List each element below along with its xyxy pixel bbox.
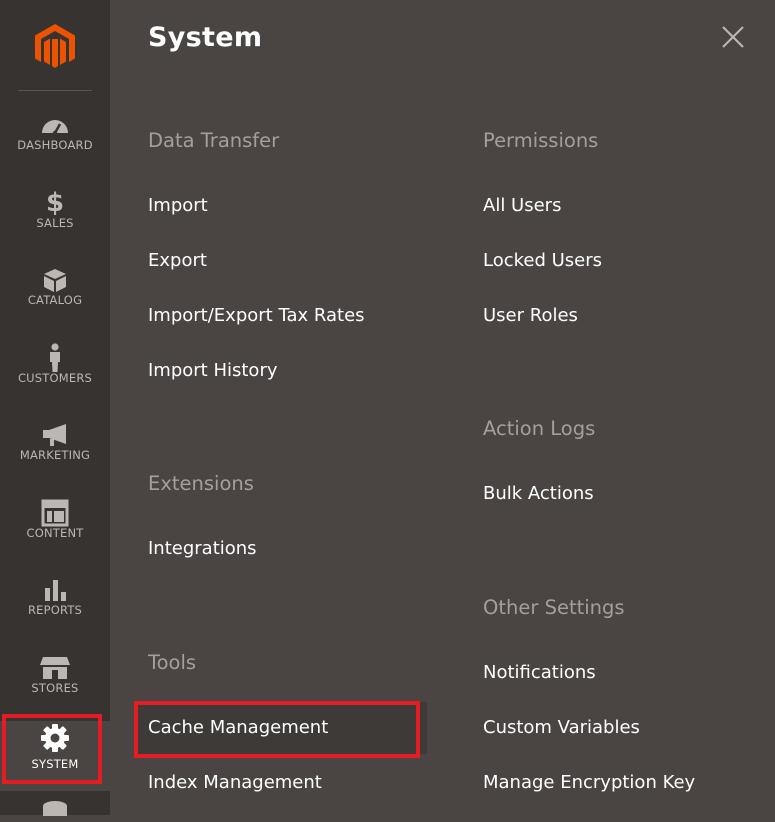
section-heading-permissions: Permissions	[483, 129, 599, 152]
menu-link-cache-management[interactable]: Cache Management	[148, 717, 328, 738]
sidebar-item-label: SYSTEM	[31, 757, 79, 771]
menu-link-index-management[interactable]: Index Management	[148, 772, 322, 793]
menu-link-import-history[interactable]: Import History	[148, 360, 278, 381]
sidebar-item-label: CONTENT	[26, 526, 84, 540]
sidebar-item-dashboard[interactable]: DASHBOARD	[0, 108, 110, 178]
menu-link-manage-encryption-key[interactable]: Manage Encryption Key	[483, 772, 695, 793]
sidebar-item-label: CATALOG	[27, 293, 83, 307]
sidebar-item-catalog[interactable]: CATALOG	[0, 263, 110, 333]
section-heading-tools: Tools	[148, 651, 197, 674]
menu-link-import[interactable]: Import	[148, 195, 208, 216]
layout-icon	[35, 496, 75, 530]
sidebar-divider	[18, 90, 92, 91]
storefront-icon	[35, 651, 75, 685]
person-icon	[35, 341, 75, 375]
menu-link-notifications[interactable]: Notifications	[483, 662, 596, 683]
menu-link-custom-variables[interactable]: Custom Variables	[483, 717, 640, 738]
sidebar-item-stores[interactable]: STORES	[0, 651, 110, 721]
gear-icon	[35, 721, 75, 755]
sidebar-item-label: DASHBOARD	[17, 138, 93, 152]
partners-icon	[40, 798, 70, 822]
menu-link-export[interactable]: Export	[148, 250, 207, 271]
sidebar-item-label: REPORTS	[27, 603, 83, 617]
admin-sidebar: DASHBOARD $ SALES CATALOG CUSTOMERS MARK…	[0, 0, 110, 816]
sidebar-item-marketing[interactable]: MARKETING	[0, 418, 110, 488]
section-heading-extensions: Extensions	[148, 472, 254, 495]
sidebar-item-customers[interactable]: CUSTOMERS	[0, 341, 110, 411]
sidebar-item-label: STORES	[31, 681, 79, 695]
section-heading-other-settings: Other Settings	[483, 596, 625, 619]
sidebar-item-content[interactable]: CONTENT	[0, 496, 110, 566]
close-icon	[722, 26, 744, 48]
megaphone-icon	[35, 418, 75, 452]
section-heading-action-logs: Action Logs	[483, 417, 596, 440]
sidebar-item-reports[interactable]: REPORTS	[0, 573, 110, 643]
menu-link-import-export-tax-rates[interactable]: Import/Export Tax Rates	[148, 305, 365, 326]
sidebar-item-label: MARKETING	[19, 448, 91, 462]
sidebar-item-sales[interactable]: $ SALES	[0, 186, 110, 256]
panel-title: System	[148, 22, 263, 53]
dollar-icon: $	[45, 188, 65, 218]
dashboard-icon	[35, 108, 75, 142]
magento-logo-icon[interactable]	[31, 22, 79, 70]
sidebar-item-system[interactable]: SYSTEM	[0, 721, 110, 791]
sidebar-item-label: CUSTOMERS	[17, 371, 93, 385]
close-button[interactable]	[720, 24, 746, 50]
menu-link-all-users[interactable]: All Users	[483, 195, 561, 216]
box-icon	[35, 263, 75, 297]
menu-link-bulk-actions[interactable]: Bulk Actions	[483, 483, 594, 504]
menu-link-locked-users[interactable]: Locked Users	[483, 250, 602, 271]
menu-link-user-roles[interactable]: User Roles	[483, 305, 578, 326]
menu-link-integrations[interactable]: Integrations	[148, 538, 257, 559]
bar-chart-icon	[35, 573, 75, 607]
section-heading-data-transfer: Data Transfer	[148, 129, 280, 152]
sidebar-item-label: SALES	[36, 216, 74, 230]
